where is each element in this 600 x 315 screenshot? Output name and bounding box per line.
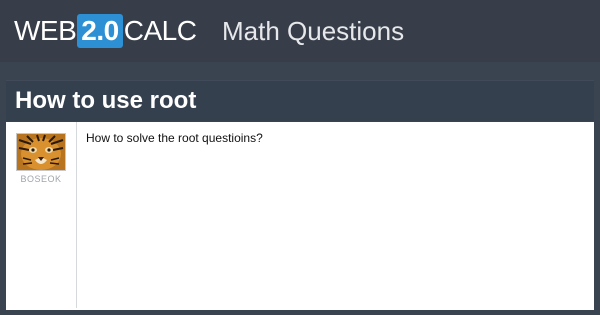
logo-calc-text: CALC bbox=[123, 15, 197, 46]
user-column: BOSEOK bbox=[6, 122, 77, 308]
user-avatar[interactable] bbox=[16, 133, 66, 171]
question-heading-bar: How to use root bbox=[6, 80, 594, 121]
logo-web-text: WEB bbox=[14, 15, 77, 46]
question-card: BOSEOK How to solve the root questioins? bbox=[6, 122, 594, 310]
logo-version-badge: 2.0 bbox=[77, 14, 123, 48]
question-title: How to use root bbox=[15, 87, 197, 114]
question-body-text: How to solve the root questioins? bbox=[86, 131, 263, 145]
site-logo[interactable]: WEB 2.0 CALC bbox=[14, 14, 197, 48]
section-link-math-questions[interactable]: Math Questions bbox=[222, 14, 404, 48]
username-label[interactable]: BOSEOK bbox=[6, 174, 76, 184]
tiger-avatar-icon bbox=[17, 134, 65, 170]
top-navigation-bar: WEB 2.0 CALC Math Questions bbox=[0, 0, 600, 62]
